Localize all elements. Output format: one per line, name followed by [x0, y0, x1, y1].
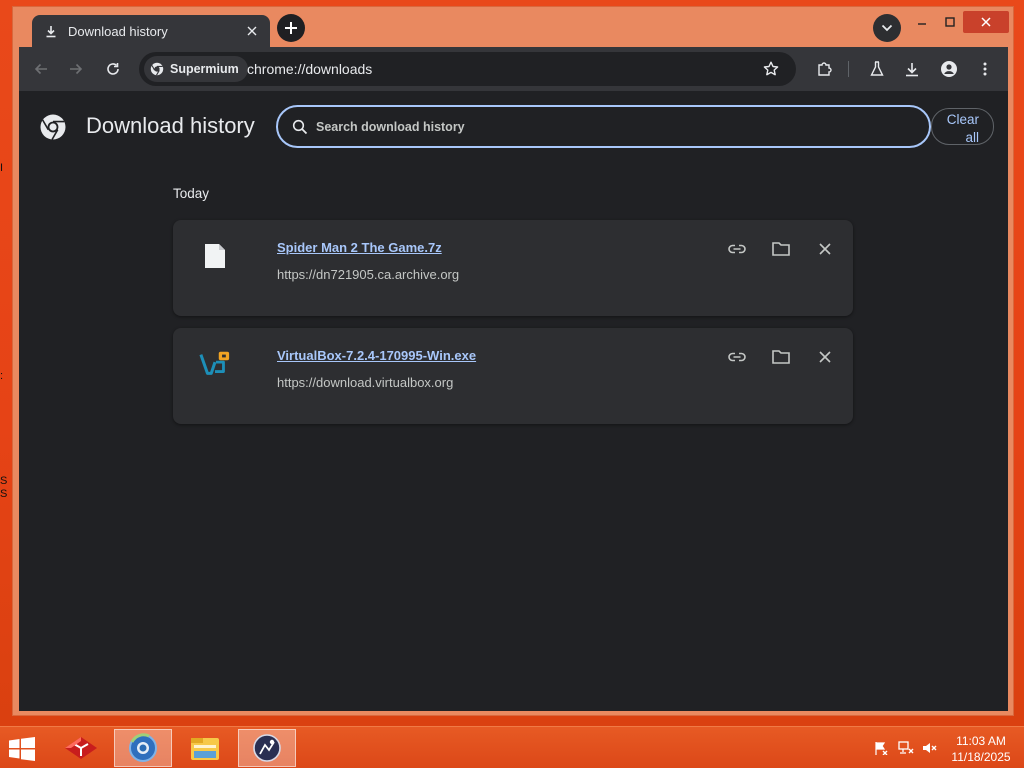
page-title: Download history	[86, 113, 255, 138]
taskbar: 11:03 AM 11/18/2025	[0, 726, 1024, 768]
puzzle-icon	[818, 62, 832, 76]
close-icon	[819, 243, 831, 255]
show-in-folder-button[interactable]	[769, 345, 793, 369]
taskbar-app-supermium[interactable]	[114, 729, 172, 767]
site-info-chip[interactable]: Supermium	[144, 56, 248, 82]
download-file-link[interactable]: VirtualBox-7.2.4-170995-Win.exe	[277, 348, 476, 363]
reload-button[interactable]	[101, 57, 125, 81]
back-button[interactable]	[29, 57, 53, 81]
start-button[interactable]	[6, 735, 38, 763]
url-text: chrome://downloads	[247, 61, 373, 77]
link-icon	[728, 244, 746, 254]
arrow-left-icon	[34, 63, 47, 75]
tab-close-icon[interactable]	[244, 23, 260, 39]
maximize-button[interactable]	[939, 11, 961, 33]
reload-icon	[107, 63, 119, 75]
desktop-edge-glyph: I	[0, 162, 4, 174]
download-icon	[44, 24, 58, 38]
close-icon	[981, 17, 991, 27]
taskbar-app-file-explorer[interactable]	[176, 729, 234, 767]
app-dark-icon	[253, 734, 281, 762]
download-file-link[interactable]: Spider Man 2 The Game.7z	[277, 240, 442, 255]
download-item: VirtualBox-7.2.4-170995-Win.exe https://…	[173, 328, 853, 424]
title-bar: Download history	[13, 7, 1013, 47]
download-source-url: https://download.virtualbox.org	[277, 375, 454, 390]
extensions-button[interactable]	[812, 57, 836, 81]
arrow-right-icon	[70, 63, 83, 75]
downloads-button[interactable]	[900, 57, 924, 81]
show-in-folder-button[interactable]	[769, 237, 793, 261]
plus-icon	[285, 22, 297, 34]
action-center-flag-icon[interactable]	[872, 740, 890, 756]
clock-time: 11:03 AM	[956, 734, 1006, 748]
close-window-button[interactable]	[963, 11, 1009, 33]
toolbar-divider	[848, 61, 849, 77]
volume-muted-icon[interactable]	[921, 740, 939, 756]
taskbar-app-dark[interactable]	[238, 729, 296, 767]
folder-icon	[772, 350, 790, 364]
menu-button[interactable]	[973, 57, 997, 81]
remove-download-button[interactable]	[813, 237, 837, 261]
address-bar[interactable]: Supermium chrome://downloads	[139, 52, 796, 86]
search-icon	[292, 119, 308, 134]
chevron-down-icon	[881, 24, 893, 32]
virtualbox-icon	[199, 348, 231, 380]
new-tab-button[interactable]	[277, 14, 305, 42]
download-source-url: https://dn721905.ca.archive.org	[277, 267, 460, 282]
desktop-edge-glyph: :	[0, 370, 4, 382]
clear-all-label-line1: Clear	[946, 112, 979, 127]
network-icon[interactable]	[897, 740, 915, 756]
labs-button[interactable]	[865, 57, 889, 81]
toolbar: Supermium chrome://downloads	[19, 47, 1008, 91]
profile-button[interactable]	[937, 57, 961, 81]
date-header: Today	[173, 186, 210, 201]
copy-link-button[interactable]	[725, 237, 749, 261]
kebab-menu-icon	[983, 62, 987, 76]
flask-icon	[870, 61, 884, 76]
tab-download-history[interactable]: Download history	[32, 15, 270, 47]
file-explorer-icon	[191, 738, 219, 760]
folder-icon	[772, 242, 790, 256]
avatar-icon	[941, 61, 957, 77]
tab-search-button[interactable]	[873, 14, 901, 42]
close-icon	[819, 351, 831, 363]
chromium-logo-icon	[40, 114, 66, 140]
app-red-icon	[65, 737, 97, 759]
supermium-icon	[129, 733, 157, 762]
download-item: Spider Man 2 The Game.7z https://dn72190…	[173, 220, 853, 316]
search-box[interactable]	[276, 105, 931, 148]
minimize-icon	[918, 23, 926, 25]
clock-date: 11/18/2025	[951, 750, 1011, 764]
link-icon	[728, 352, 746, 362]
file-icon	[199, 240, 231, 272]
site-chip-label: Supermium	[170, 62, 239, 76]
copy-link-button[interactable]	[725, 345, 749, 369]
desktop-edge-glyph: SS	[0, 475, 8, 500]
browser-window: Download history Supermium chrome://down…	[12, 6, 1014, 716]
download-icon	[906, 62, 918, 76]
supermium-icon	[150, 62, 164, 76]
system-clock[interactable]: 11:03 AM 11/18/2025	[944, 733, 1018, 765]
tab-title: Download history	[68, 23, 168, 39]
forward-button[interactable]	[64, 57, 88, 81]
maximize-icon	[945, 17, 955, 27]
taskbar-app-red[interactable]	[52, 729, 110, 767]
windows-logo-icon	[9, 737, 35, 761]
downloads-page: Download history Clear all Today Spider …	[19, 91, 1008, 711]
bookmark-star-icon[interactable]	[761, 59, 781, 79]
search-input[interactable]	[316, 119, 876, 134]
clear-all-label-line2: all	[965, 130, 979, 145]
minimize-button[interactable]	[911, 11, 933, 33]
clear-all-button[interactable]: Clear all	[931, 108, 994, 145]
remove-download-button[interactable]	[813, 345, 837, 369]
